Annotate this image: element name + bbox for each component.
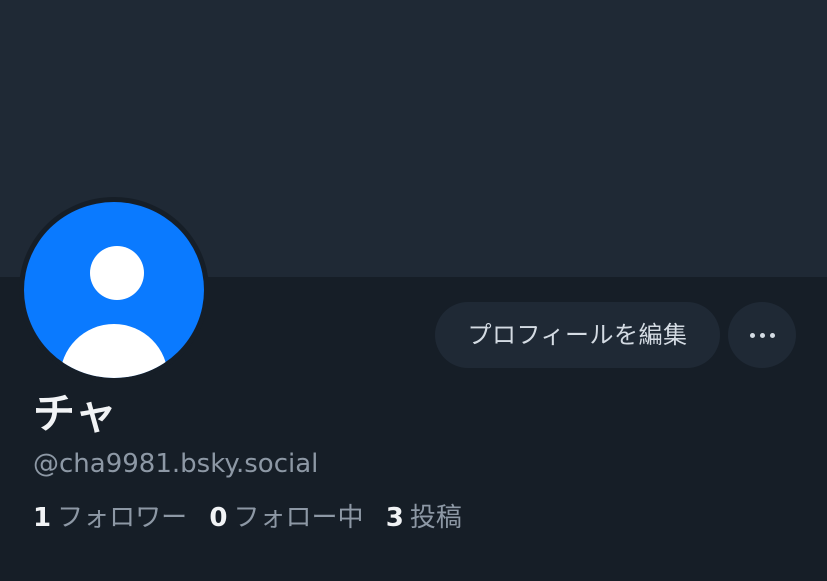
default-user-avatar-icon (24, 202, 204, 378)
posts-label: 投稿 (409, 503, 462, 533)
following-stat[interactable]: 0 フォロー中 (209, 500, 363, 536)
display-name: チャ (33, 389, 117, 438)
followers-stat[interactable]: 1 フォロワー (33, 500, 187, 536)
edit-profile-button[interactable]: プロフィールを編集 (435, 302, 720, 368)
following-label: フォロー中 (233, 503, 364, 533)
posts-count: 3 (385, 503, 404, 533)
profile-stats: 1 フォロワー 0 フォロー中 3 投稿 (33, 500, 476, 536)
avatar-head-shape (90, 246, 144, 300)
followers-label: フォロワー (57, 503, 188, 533)
more-options-button[interactable] (728, 302, 796, 368)
followers-count: 1 (33, 503, 52, 533)
following-count: 0 (209, 503, 228, 533)
posts-stat: 3 投稿 (386, 500, 462, 536)
avatar-body-shape (60, 324, 168, 378)
profile-handle: @cha9981.bsky.social (33, 449, 319, 479)
avatar[interactable] (19, 197, 209, 383)
profile-page: プロフィールを編集 チャ @cha9981.bsky.social 1 フォロワー… (0, 0, 827, 581)
